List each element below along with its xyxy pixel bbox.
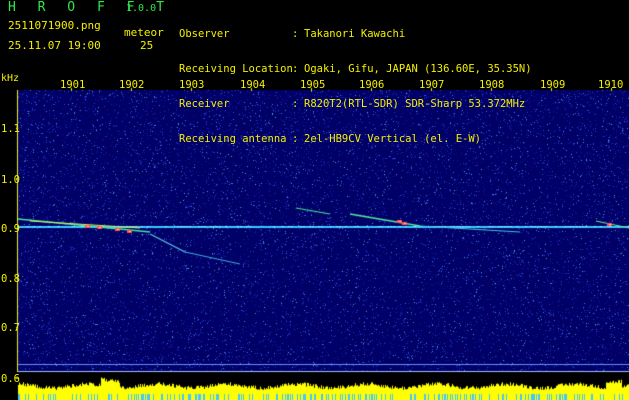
x-tick-1905: 1905 bbox=[300, 79, 326, 91]
x-tick-1901: 1901 bbox=[60, 79, 86, 91]
y-axis-unit: kHz bbox=[1, 73, 20, 84]
y-tick-0-7: 0.7 bbox=[1, 322, 20, 334]
app-version: 1.0.0 bbox=[126, 3, 157, 14]
y-tick-1-0: 1.0 bbox=[1, 174, 20, 186]
y-tick-0-9: 0.9 bbox=[1, 223, 20, 235]
x-tick-1907: 1907 bbox=[419, 79, 445, 91]
info-row-receiver: Receiver: R820T2(RTL-SDR) SDR-Sharp 53.37… bbox=[179, 98, 526, 110]
meteor-label: meteor bbox=[124, 26, 164, 39]
x-tick-1906: 1906 bbox=[359, 79, 385, 91]
x-tick-1904: 1904 bbox=[240, 79, 266, 91]
y-tick-0-6: 0.6 bbox=[1, 373, 20, 385]
meteor-count: 25 bbox=[140, 39, 154, 52]
x-tick-1908: 1908 bbox=[479, 79, 505, 91]
x-tick-1909: 1909 bbox=[540, 79, 566, 91]
file-name: 2511071900.png bbox=[8, 19, 101, 32]
y-tick-1-1: 1.1 bbox=[1, 123, 20, 135]
x-tick-1910: 1910 bbox=[598, 79, 624, 91]
info-row-location: Receiving Location: Ogaki, Gifu, JAPAN (1… bbox=[179, 63, 532, 75]
info-row-antenna: Receiving antenna:2el-HB9CV Vertical (el… bbox=[179, 133, 482, 145]
x-tick-1902: 1902 bbox=[119, 79, 145, 91]
info-row-observer: Observer: Takanori Kawachi bbox=[179, 28, 406, 40]
y-tick-0-8: 0.8 bbox=[1, 273, 20, 285]
datetime: 25.11.07 19:00 bbox=[8, 39, 101, 52]
x-tick-1903: 1903 bbox=[179, 79, 205, 91]
